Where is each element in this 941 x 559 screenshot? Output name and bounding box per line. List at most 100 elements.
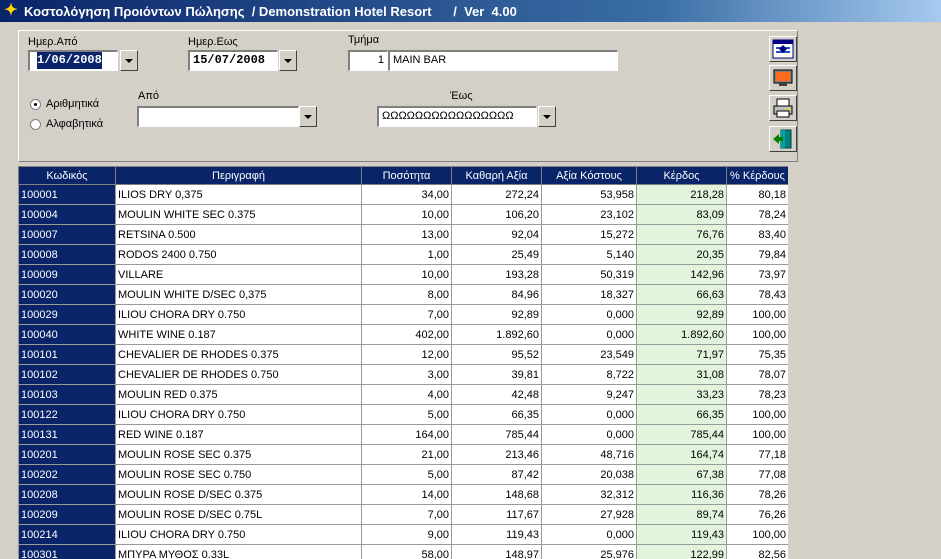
table-row[interactable]: 100101 CHEVALIER DE RHODES 0.375 12,00 95,5…	[18, 344, 788, 365]
column-header-profit-percent[interactable]: % Κέρδους	[726, 166, 788, 185]
cell-net-value[interactable]: 42,48	[451, 384, 542, 405]
table-row[interactable]: 100004 MOULIN WHITE SEC 0.375 10,00 106,20 2…	[18, 204, 788, 225]
cell-code[interactable]: 100214	[18, 524, 116, 545]
cell-description[interactable]: ΜΠΥΡΑ ΜΥΘΟΣ 0.33L	[115, 544, 362, 559]
cell-profit-percent[interactable]: 78,07	[726, 364, 788, 385]
cell-quantity[interactable]: 5,00	[361, 404, 452, 425]
cell-quantity[interactable]: 34,00	[361, 184, 452, 205]
cell-cost-value[interactable]: 15,272	[541, 224, 637, 245]
cell-description[interactable]: MOULIN ROSE SEC 0.375	[115, 444, 362, 465]
cell-code[interactable]: 100201	[18, 444, 116, 465]
table-row[interactable]: 100008 RODOS 2400 0.750 1,00 25,49 5,140 20,3…	[18, 244, 788, 265]
cell-profit-percent[interactable]: 78,23	[726, 384, 788, 405]
cell-description[interactable]: CHEVALIER DE RHODES 0.750	[115, 364, 362, 385]
cell-quantity[interactable]: 8,00	[361, 284, 452, 305]
cell-code[interactable]: 100029	[18, 304, 116, 325]
cell-quantity[interactable]: 1,00	[361, 244, 452, 265]
cell-cost-value[interactable]: 18,327	[541, 284, 637, 305]
cell-net-value[interactable]: 92,89	[451, 304, 542, 325]
exit-button[interactable]	[769, 126, 797, 152]
cell-profit[interactable]: 122,99	[636, 544, 727, 559]
column-header-profit[interactable]: Κέρδος	[636, 166, 727, 185]
cell-cost-value[interactable]: 25,976	[541, 544, 637, 559]
cell-profit-percent[interactable]: 82,56	[726, 544, 788, 559]
cell-profit-percent[interactable]: 76,26	[726, 504, 788, 525]
cell-quantity[interactable]: 12,00	[361, 344, 452, 365]
cell-profit[interactable]: 1.892,60	[636, 324, 727, 345]
cell-profit-percent[interactable]: 77,08	[726, 464, 788, 485]
cell-net-value[interactable]: 25,49	[451, 244, 542, 265]
cell-profit[interactable]: 31,08	[636, 364, 727, 385]
cell-description[interactable]: CHEVALIER DE RHODES 0.375	[115, 344, 362, 365]
cell-profit[interactable]: 785,44	[636, 424, 727, 445]
cell-quantity[interactable]: 9,00	[361, 524, 452, 545]
cell-description[interactable]: RETSINA 0.500	[115, 224, 362, 245]
cell-code[interactable]: 100040	[18, 324, 116, 345]
cell-description[interactable]: WHITE WINE 0.187	[115, 324, 362, 345]
cell-cost-value[interactable]: 53,958	[541, 184, 637, 205]
table-row[interactable]: 100202 MOULIN ROSE SEC 0.750 5,00 87,42 20,0…	[18, 464, 788, 485]
cell-quantity[interactable]: 3,00	[361, 364, 452, 385]
cell-profit-percent[interactable]: 80,18	[726, 184, 788, 205]
cell-quantity[interactable]: 4,00	[361, 384, 452, 405]
cell-cost-value[interactable]: 5,140	[541, 244, 637, 265]
date-from-field[interactable]: 1/06/2008	[28, 50, 118, 71]
cell-profit[interactable]: 83,09	[636, 204, 727, 225]
cell-profit-percent[interactable]: 83,40	[726, 224, 788, 245]
cell-profit[interactable]: 66,35	[636, 404, 727, 425]
cell-description[interactable]: MOULIN WHITE SEC 0.375	[115, 204, 362, 225]
cell-description[interactable]: ILIOU CHORA DRY 0.750	[115, 404, 362, 425]
cell-profit[interactable]: 164,74	[636, 444, 727, 465]
cell-description[interactable]: ILIOU CHORA DRY 0.750	[115, 304, 362, 325]
cell-description[interactable]: RED WINE 0.187	[115, 424, 362, 445]
cell-profit[interactable]: 218,28	[636, 184, 727, 205]
cell-code[interactable]: 100301	[18, 544, 116, 559]
cell-description[interactable]: VILLARE	[115, 264, 362, 285]
cell-net-value[interactable]: 39,81	[451, 364, 542, 385]
cell-net-value[interactable]: 95,52	[451, 344, 542, 365]
cell-profit[interactable]: 66,63	[636, 284, 727, 305]
cell-profit-percent[interactable]: 78,43	[726, 284, 788, 305]
cell-profit[interactable]: 33,23	[636, 384, 727, 405]
table-row[interactable]: 100209 MOULIN ROSE D/SEC 0.75L 7,00 117,67 2…	[18, 504, 788, 525]
from-field[interactable]	[137, 106, 299, 127]
cell-quantity[interactable]: 13,00	[361, 224, 452, 245]
cell-profit-percent[interactable]: 100,00	[726, 304, 788, 325]
cell-quantity[interactable]: 402,00	[361, 324, 452, 345]
cell-net-value[interactable]: 119,43	[451, 524, 542, 545]
cell-quantity[interactable]: 10,00	[361, 204, 452, 225]
cell-net-value[interactable]: 213,46	[451, 444, 542, 465]
cell-description[interactable]: ILIOS DRY 0,375	[115, 184, 362, 205]
cell-profit[interactable]: 67,38	[636, 464, 727, 485]
cell-net-value[interactable]: 1.892,60	[451, 324, 542, 345]
cell-code[interactable]: 100004	[18, 204, 116, 225]
cell-net-value[interactable]: 117,67	[451, 504, 542, 525]
cell-code[interactable]: 100131	[18, 424, 116, 445]
column-header-net-value[interactable]: Καθαρή Αξία	[451, 166, 542, 185]
cell-profit-percent[interactable]: 77,18	[726, 444, 788, 465]
cell-quantity[interactable]: 10,00	[361, 264, 452, 285]
cell-quantity[interactable]: 14,00	[361, 484, 452, 505]
cell-code[interactable]: 100208	[18, 484, 116, 505]
cell-profit[interactable]: 71,97	[636, 344, 727, 365]
cell-code[interactable]: 100009	[18, 264, 116, 285]
cell-description[interactable]: MOULIN ROSE D/SEC 0.375	[115, 484, 362, 505]
cell-profit[interactable]: 89,74	[636, 504, 727, 525]
select-window-button[interactable]	[769, 36, 797, 62]
results-grid[interactable]: Κωδικός Περιγραφή Ποσότητα Καθαρή Αξία Αξία …	[18, 166, 788, 559]
cell-net-value[interactable]: 272,24	[451, 184, 542, 205]
cell-profit-percent[interactable]: 100,00	[726, 404, 788, 425]
department-name-field[interactable]: MAIN BAR	[388, 50, 618, 71]
column-header-code[interactable]: Κωδικός	[18, 166, 116, 185]
table-row[interactable]: 100214 ILIOU CHORA DRY 0.750 9,00 119,43 0,0…	[18, 524, 788, 545]
cell-quantity[interactable]: 21,00	[361, 444, 452, 465]
cell-profit[interactable]: 119,43	[636, 524, 727, 545]
cell-profit-percent[interactable]: 100,00	[726, 524, 788, 545]
cell-cost-value[interactable]: 0,000	[541, 324, 637, 345]
cell-quantity[interactable]: 58,00	[361, 544, 452, 559]
cell-net-value[interactable]: 148,68	[451, 484, 542, 505]
cell-net-value[interactable]: 87,42	[451, 464, 542, 485]
cell-description[interactable]: MOULIN ROSE SEC 0.750	[115, 464, 362, 485]
cell-net-value[interactable]: 106,20	[451, 204, 542, 225]
table-row[interactable]: 100103 MOULIN RED 0.375 4,00 42,48 9,247 33,2…	[18, 384, 788, 405]
